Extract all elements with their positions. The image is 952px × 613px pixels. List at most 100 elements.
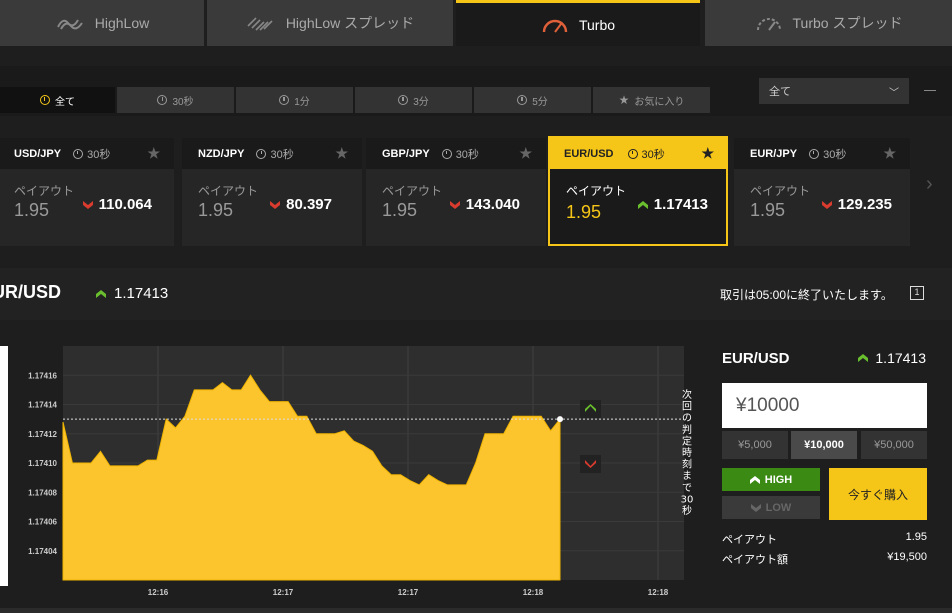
clock-icon [441, 148, 452, 159]
card-payout: 1.95 [566, 202, 602, 222]
high-label: HIGH [764, 473, 793, 486]
filter-tab-all[interactable]: 全て [0, 87, 115, 113]
filter-tab-label: 全て [55, 96, 75, 108]
arrow-up-icon [858, 354, 869, 362]
asset-card-eurjpy[interactable]: EUR/JPY 30秒 ★ ペイアウト 1.95 129.235 [734, 138, 910, 246]
tab-highlow[interactable]: HighLow [0, 0, 204, 46]
trade-rate-value: 1.17413 [875, 350, 926, 366]
clock-icon [627, 148, 638, 159]
arrow-up-icon [749, 475, 760, 484]
filter-tab-label: お気に入り [634, 96, 685, 108]
amount-option-50000[interactable]: ¥50,000 [861, 431, 927, 459]
price-chart-svg: 1.17416 1.17414 1.17412 1.17410 1.17408 1.174… [28, 346, 694, 597]
payout-amount-label: ペイアウト額 [722, 554, 788, 566]
asset-card-gbpjpy[interactable]: GBP/JPY 30秒 ★ ペイアウト 1.95 143.040 [366, 138, 546, 246]
tab-turbo-spread[interactable]: Turbo スプレッド [705, 0, 952, 46]
card-payout: 1.95 [14, 200, 50, 220]
amount-option-10000[interactable]: ¥10,000 [791, 431, 857, 459]
clock-icon [398, 95, 409, 105]
speedometer-icon [542, 19, 568, 33]
favorite-star-icon[interactable]: ★ [519, 145, 532, 162]
favorite-star-icon[interactable]: ★ [883, 145, 896, 162]
favorite-star-icon[interactable]: ★ [335, 145, 348, 162]
amount-option-5000[interactable]: ¥5,000 [722, 431, 788, 459]
low-label: LOW [765, 501, 792, 514]
info-icon[interactable]: 1 [910, 286, 924, 300]
card-payout-label: ペイアウト [14, 184, 75, 198]
high-button[interactable]: HIGH [722, 468, 820, 491]
star-icon: ★ [618, 93, 630, 107]
filter-tab-1m[interactable]: 1分 [236, 87, 353, 113]
chevron-right-icon[interactable]: › [926, 173, 933, 196]
arrow-down-icon [270, 200, 281, 209]
asset-cards: USD/JPY 30秒 ★ ペイアウト 1.95 110.064 NZD/JPY 30… [0, 116, 952, 268]
arrow-up-icon [637, 200, 648, 209]
asset-header: UR/USD 1.17413 取引は05:00に終了いたします。 1 [0, 268, 952, 320]
payout-row: ペイアウト 1.95 [722, 531, 927, 547]
buy-now-button[interactable]: 今すぐ購入 [829, 468, 927, 520]
card-period: 30秒 [641, 148, 665, 161]
category-select[interactable]: 全て ﹀ [759, 78, 909, 104]
price-chart: 1.17416 1.17414 1.17412 1.17410 1.17408 1.174… [0, 320, 712, 608]
y-tick-label: 1.17406 [28, 518, 57, 527]
asset-card-usdjpy[interactable]: USD/JPY 30秒 ★ ペイアウト 1.95 110.064 [0, 138, 174, 246]
trade-rate: 1.17413 [858, 350, 926, 366]
card-period: 30秒 [455, 148, 479, 161]
filter-tab-label: 30秒 [172, 96, 194, 108]
trade-close-notice: 取引は05:00に終了いたします。 [720, 288, 893, 302]
clock-icon [157, 95, 168, 105]
arrow-up-icon [96, 289, 106, 298]
tab-turbo[interactable]: Turbo [456, 0, 700, 46]
y-tick-label: 1.17416 [28, 371, 57, 380]
card-pair: EUR/USD [564, 147, 614, 160]
card-period: 30秒 [87, 148, 111, 161]
low-button[interactable]: LOW [722, 496, 820, 519]
x-tick-label: 12:17 [273, 588, 294, 597]
card-pair: EUR/JPY [750, 147, 798, 160]
clock-icon [809, 148, 820, 159]
asset-rate: 1.17413 [96, 285, 168, 302]
card-rate: 80.397 [286, 196, 332, 213]
tab-label: HighLow スプレッド [285, 15, 415, 31]
chevron-down-icon: ﹀ [889, 88, 899, 99]
countdown-label: 次回の判定時刻まで 30 秒 [681, 388, 694, 517]
asset-title: UR/USD [0, 282, 62, 302]
filter-tab-5m[interactable]: 5分 [474, 87, 591, 113]
clock-icon [279, 95, 290, 105]
category-select-value: 全て [769, 86, 791, 98]
current-price-dot [557, 416, 563, 423]
asset-card-nzdjpy[interactable]: NZD/JPY 30秒 ★ ペイアウト 1.95 80.397 [182, 138, 362, 246]
card-pair: USD/JPY [14, 147, 62, 160]
favorite-star-icon[interactable]: ★ [147, 145, 160, 162]
payout-amount-row: ペイアウト額 ¥19,500 [722, 551, 927, 567]
tab-label: Turbo スプレッド [792, 15, 903, 31]
x-tick-label: 12:17 [398, 588, 419, 597]
tab-highlow-spread[interactable]: HighLow スプレッド [207, 0, 453, 46]
x-tick-label: 12:18 [523, 588, 544, 597]
clock-icon [517, 95, 528, 105]
chart-left-edge [0, 346, 8, 586]
x-tick-label: 12:16 [148, 588, 169, 597]
filter-tab-3m[interactable]: 3分 [355, 87, 472, 113]
product-tabs: HighLow HighLow スプレッド Turbo Turbo スプレッド [0, 0, 952, 46]
card-payout-label: ペイアウト [198, 184, 259, 198]
arrow-down-icon [821, 200, 832, 209]
minimize-icon[interactable] [924, 90, 936, 91]
filter-tab-30s[interactable]: 30秒 [117, 87, 234, 113]
payout-value: 1.95 [905, 531, 927, 543]
card-pair: GBP/JPY [382, 147, 430, 160]
card-payout: 1.95 [750, 200, 786, 220]
high-marker-icon [580, 400, 601, 418]
card-payout-label: ペイアウト [382, 184, 443, 198]
clock-icon [256, 148, 267, 159]
asset-rate-value: 1.17413 [114, 285, 169, 302]
trade-pair: EUR/USD [722, 350, 790, 367]
card-rate: 110.064 [98, 196, 152, 213]
y-tick-label: 1.17412 [28, 430, 57, 439]
favorite-star-icon[interactable]: ★ [701, 145, 714, 162]
speedometer-dashed-icon [756, 18, 781, 31]
filter-tab-favorites[interactable]: ★ お気に入り [593, 87, 710, 113]
investment-amount-input[interactable]: ¥10000 [722, 383, 927, 428]
duration-filter-bar: 全て 30秒 1分 3分 5分 ★ お気に入り 全て ﹀ [0, 66, 952, 116]
asset-card-eurusd[interactable]: EUR/USD 30秒 ★ ペイアウト 1.95 1.17413 [548, 136, 728, 246]
